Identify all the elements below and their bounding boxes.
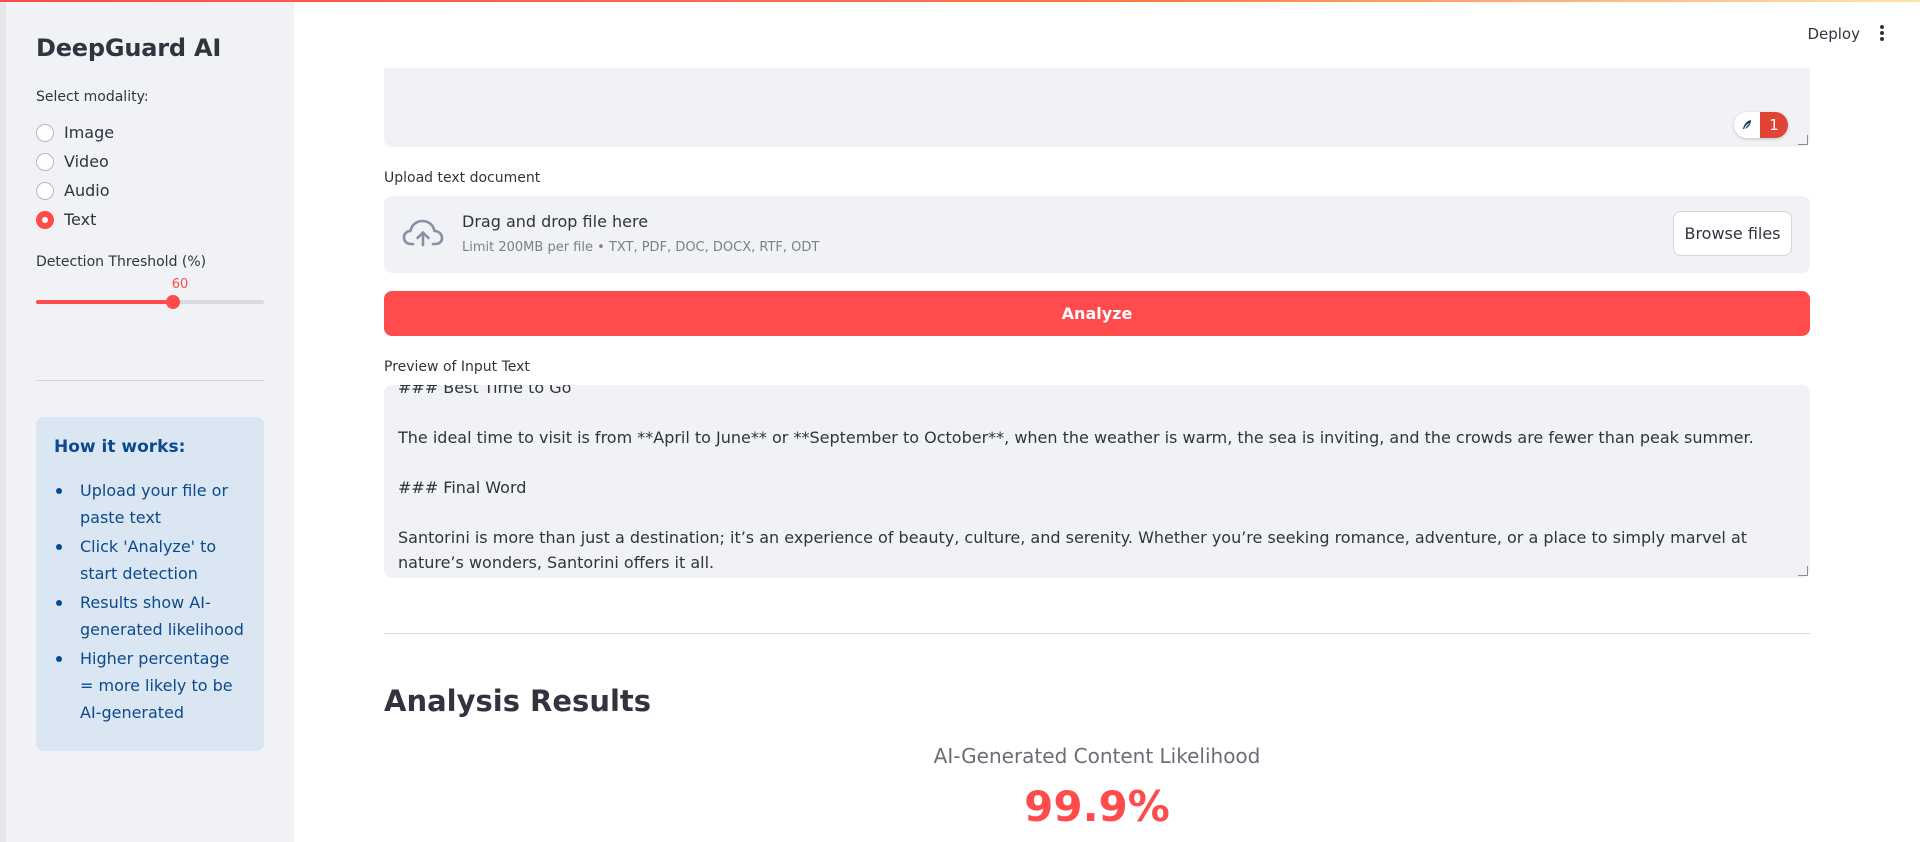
radio-circle[interactable]	[36, 181, 54, 200]
more-vertical-icon[interactable]	[1880, 25, 1884, 41]
preview-text-area[interactable]: ### Best Time to Go The ideal time to vi…	[384, 385, 1810, 578]
file-dropzone[interactable]: Drag and drop file here Limit 200MB per …	[384, 196, 1810, 273]
resize-grip-icon[interactable]	[1798, 566, 1808, 576]
top-accent-bar	[0, 0, 1920, 2]
info-item: Higher percentage = more likely to be AI…	[54, 645, 246, 726]
info-item: Upload your file or paste text	[54, 477, 246, 531]
likelihood-label: AI-Generated Content Likelihood	[933, 744, 1261, 768]
sidebar: DeepGuard AI Select modality: Image Vide…	[0, 0, 294, 842]
app-title: DeepGuard AI	[36, 34, 222, 62]
browse-files-button[interactable]: Browse files	[1673, 211, 1792, 256]
feather-icon	[1734, 112, 1760, 138]
sidebar-divider	[36, 380, 264, 381]
radio-circle[interactable]	[36, 152, 54, 171]
radio-circle[interactable]	[36, 123, 54, 142]
drop-limits: Limit 200MB per file • TXT, PDF, DOC, DO…	[462, 240, 820, 255]
modality-label: Select modality:	[36, 89, 149, 105]
drop-title: Drag and drop file here	[462, 212, 649, 231]
info-list: Upload your file or paste text Click 'An…	[54, 477, 246, 726]
preview-text: ### Best Time to Go The ideal time to vi…	[398, 385, 1788, 575]
how-it-works-box: How it works: Upload your file or paste …	[36, 417, 264, 751]
radio-label: Video	[64, 152, 109, 171]
deploy-button[interactable]: Deploy	[1807, 25, 1860, 43]
preview-line: ### Best Time to Go	[398, 385, 572, 397]
radio-option-text[interactable]: Text	[36, 205, 114, 234]
results-heading: Analysis Results	[384, 684, 652, 718]
preview-line: Santorini is more than just a destinatio…	[398, 528, 1748, 572]
grammar-badge[interactable]: 1	[1734, 112, 1788, 138]
upload-label: Upload text document	[384, 170, 541, 186]
radio-label: Audio	[64, 181, 110, 200]
slider-fill	[36, 300, 173, 304]
radio-label: Text	[64, 210, 97, 229]
radio-circle-selected[interactable]	[36, 210, 54, 229]
section-divider	[384, 633, 1810, 634]
resize-grip-icon[interactable]	[1798, 135, 1808, 145]
radio-option-video[interactable]: Video	[36, 147, 114, 176]
modality-radio-group: Image Video Audio Text	[36, 118, 114, 234]
info-heading: How it works:	[54, 437, 186, 457]
preview-line: The ideal time to visit is from **April …	[398, 428, 1754, 447]
cloud-upload-icon	[402, 219, 444, 247]
preview-line: ### Final Word	[398, 478, 527, 497]
slider-thumb[interactable]	[165, 295, 180, 309]
threshold-label: Detection Threshold (%)	[36, 254, 207, 270]
info-item: Results show AI-generated likelihood	[54, 589, 246, 643]
radio-option-audio[interactable]: Audio	[36, 176, 114, 205]
preview-label: Preview of Input Text	[384, 359, 530, 375]
analyze-button[interactable]: Analyze	[384, 291, 1810, 336]
threshold-value: 60	[171, 277, 189, 292]
text-input-area[interactable]: 1	[384, 68, 1810, 147]
badge-count: 1	[1760, 112, 1788, 138]
radio-label: Image	[64, 123, 115, 142]
main-content: Deploy 1 Upload text document Drag and d…	[294, 0, 1920, 842]
info-item: Click 'Analyze' to start detection	[54, 533, 246, 587]
threshold-slider[interactable]	[36, 295, 264, 309]
radio-option-image[interactable]: Image	[36, 118, 114, 147]
likelihood-value: 99.9%	[1024, 782, 1170, 831]
